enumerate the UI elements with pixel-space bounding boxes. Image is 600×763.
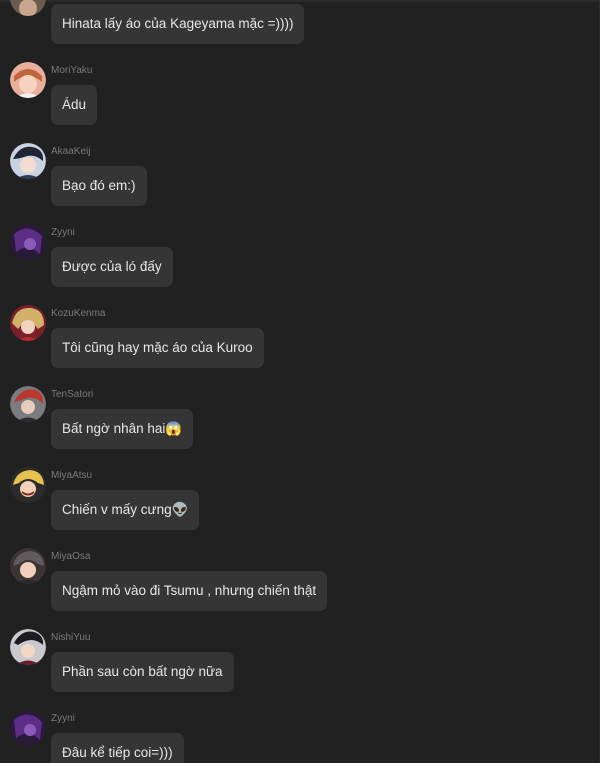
partial-avatar[interactable] — [10, 0, 46, 16]
username: Zyyni — [51, 227, 75, 238]
zyyni-avatar[interactable] — [10, 710, 46, 746]
username: MiyaAtsu — [51, 470, 93, 481]
username: TenSatori — [51, 389, 94, 400]
message-text: Bạo đó em:) — [51, 166, 147, 206]
tensatori-avatar[interactable] — [10, 386, 46, 422]
message-text: Hinata lấy áo của Kageyama mặc =)))) — [51, 4, 305, 44]
divider — [0, 0, 600, 2]
message-text: Ádu — [51, 85, 98, 125]
username: Zyyni — [51, 713, 75, 724]
chat-thread[interactable]: Hinata lấy áo của Kageyama mặc =)))) Mor… — [0, 0, 600, 763]
username: AkaaKeij — [51, 146, 91, 157]
message-text: Ngậm mỏ vào đi Tsumu , nhưng chiến thật — [51, 571, 328, 611]
message-text: Chiến v mấy cưng👽 — [51, 490, 200, 530]
nishiyuu-avatar[interactable] — [10, 629, 46, 665]
kozukenma-avatar[interactable] — [10, 305, 46, 341]
zyyni-avatar[interactable] — [10, 224, 46, 260]
username: NishiYuu — [51, 632, 91, 643]
miyaatsu-avatar[interactable] — [10, 467, 46, 503]
moriyaku-avatar[interactable] — [10, 62, 46, 98]
message-text: Đâu kể tiếp coi=))) — [51, 733, 184, 763]
message-text: Được của ló đấy — [51, 247, 173, 287]
message-text: Tôi cũng hay mặc áo của Kuroo — [51, 328, 264, 368]
miyaosa-avatar[interactable] — [10, 548, 46, 584]
akaakeij-avatar[interactable] — [10, 143, 46, 179]
username: MoriYaku — [51, 65, 93, 76]
message-text: Phần sau còn bất ngờ nữa — [51, 652, 234, 692]
message-text: Bất ngờ nhân hai😱 — [51, 409, 194, 449]
username: KozuKenma — [51, 308, 106, 319]
username: MiyaOsa — [51, 551, 91, 562]
